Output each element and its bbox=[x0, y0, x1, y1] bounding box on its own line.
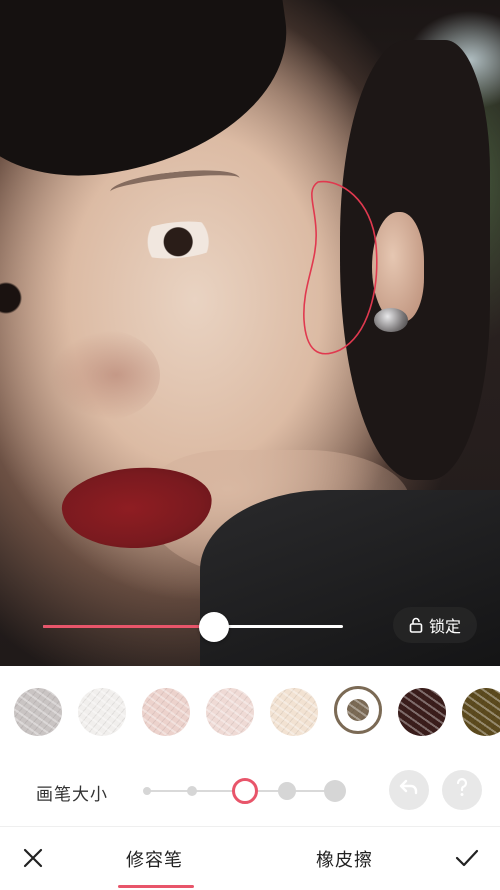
brush-size-option-3[interactable] bbox=[232, 778, 258, 804]
tab-contour-brush[interactable]: 修容笔 bbox=[126, 846, 183, 872]
undo-button[interactable] bbox=[389, 770, 429, 810]
swatch-silver-icon[interactable] bbox=[14, 688, 62, 736]
swatch-blush-icon[interactable] bbox=[206, 688, 254, 736]
intensity-slider-thumb[interactable] bbox=[199, 612, 229, 642]
contour-stroke bbox=[303, 180, 378, 355]
color-swatch-row bbox=[0, 666, 500, 756]
brush-size-option-1[interactable] bbox=[143, 787, 151, 795]
close-icon bbox=[23, 848, 43, 868]
lock-icon bbox=[409, 617, 423, 633]
photo-canvas[interactable]: 锁定 bbox=[0, 0, 500, 666]
swatch-bronze-icon[interactable] bbox=[334, 686, 382, 734]
swatch-dark-brown-icon[interactable] bbox=[398, 688, 446, 736]
intensity-slider[interactable] bbox=[43, 612, 343, 642]
lock-button[interactable]: 锁定 bbox=[393, 607, 477, 643]
intensity-slider-fill bbox=[43, 625, 214, 628]
brush-size-row: 画笔大小 bbox=[0, 756, 500, 826]
help-icon bbox=[452, 776, 472, 805]
undo-icon bbox=[398, 776, 420, 805]
lock-label: 锁定 bbox=[428, 619, 461, 636]
bottom-toolbar: 修容笔 橡皮擦 bbox=[0, 826, 500, 890]
swatch-champagne-icon[interactable] bbox=[270, 688, 318, 736]
help-button[interactable] bbox=[442, 770, 482, 810]
brush-size-option-4[interactable] bbox=[278, 782, 296, 800]
swatch-olive-icon[interactable] bbox=[462, 688, 500, 736]
active-tab-indicator bbox=[118, 885, 194, 888]
confirm-button[interactable] bbox=[452, 843, 482, 873]
swatch-pink-icon[interactable] bbox=[142, 688, 190, 736]
swatch-white-icon[interactable] bbox=[78, 688, 126, 736]
tab-eraser[interactable]: 橡皮擦 bbox=[316, 846, 373, 872]
brush-size-option-2[interactable] bbox=[187, 786, 197, 796]
brush-size-option-5[interactable] bbox=[324, 780, 346, 802]
close-button[interactable] bbox=[18, 843, 48, 873]
brush-size-label: 画笔大小 bbox=[36, 785, 108, 804]
checkmark-icon bbox=[455, 849, 479, 867]
